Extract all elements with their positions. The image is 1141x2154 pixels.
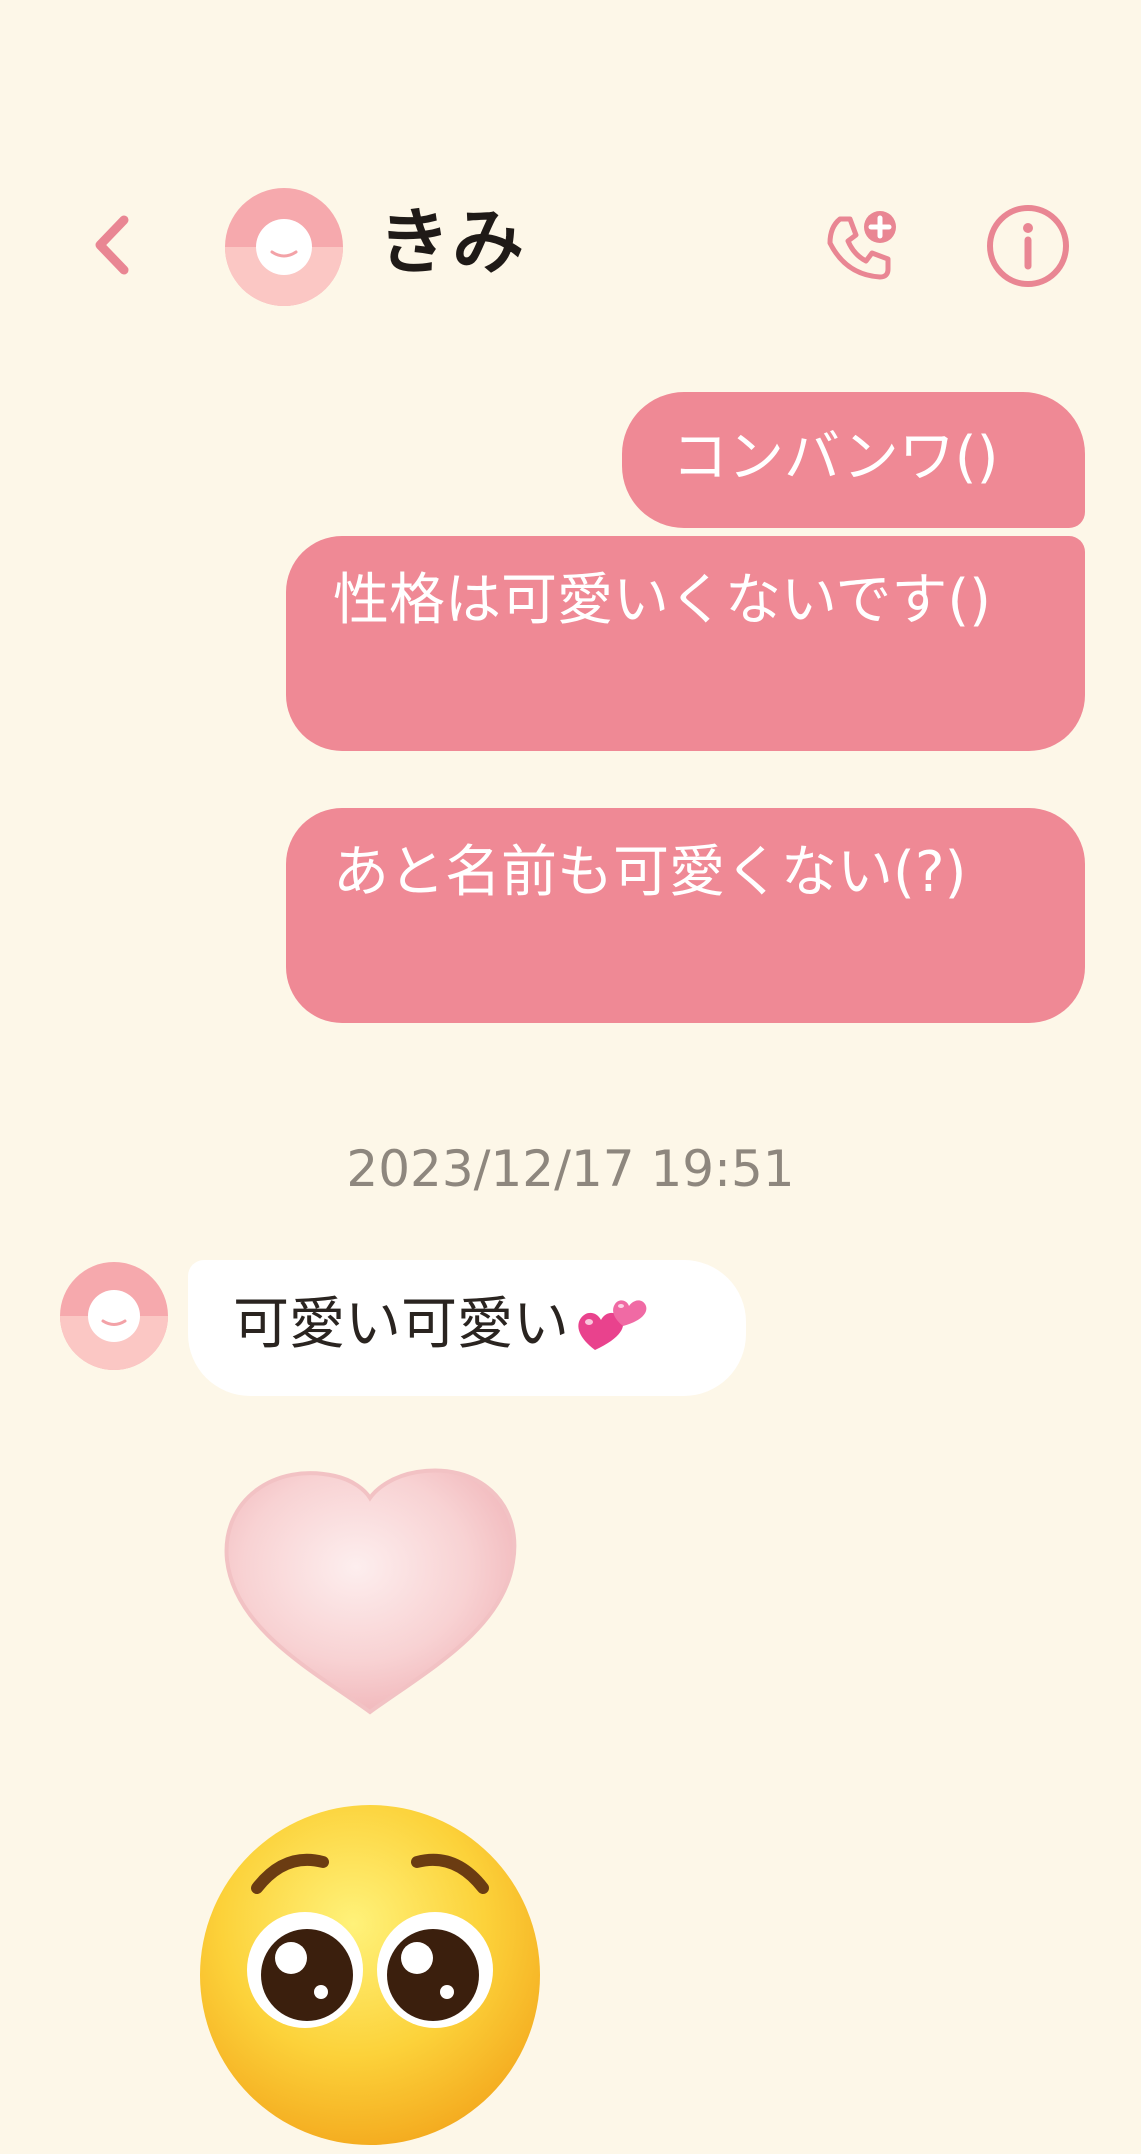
contact-avatar[interactable] (225, 188, 343, 306)
message-text: コンバンワ() (672, 425, 999, 490)
message-text: 性格は可愛いくないです() (333, 568, 992, 633)
pink-heart-sticker[interactable] (205, 1450, 535, 1730)
outgoing-message[interactable]: あと名前も可愛くない(?) (286, 808, 1085, 1023)
contact-name: きみ (378, 200, 527, 284)
outgoing-message[interactable]: 性格は可愛いくないです() (286, 536, 1085, 751)
phone-plus-icon (827, 211, 896, 280)
message-text: あと名前も可愛くない(?) (333, 840, 967, 905)
sender-avatar[interactable] (60, 1262, 168, 1370)
message-timestamp: 2023/12/17 19:51 (346, 1140, 795, 1198)
outgoing-message[interactable]: コンバンワ() (622, 392, 1085, 528)
add-call-button[interactable] (815, 202, 905, 292)
info-button[interactable] (982, 200, 1074, 292)
message-text: 可愛い可愛い (233, 1292, 569, 1357)
info-circle-icon (987, 205, 1069, 287)
chat-screen: きみ コンバンワ() 性格は可愛いくないです() あと名前も可愛くない(?) 2… (0, 0, 1141, 2145)
chevron-left-icon (95, 215, 129, 275)
incoming-message[interactable]: 可愛い可愛い (188, 1260, 746, 1396)
back-button[interactable] (78, 210, 148, 280)
pleading-face-emoji[interactable] (195, 1800, 545, 2150)
two-hearts-emoji-icon (573, 1290, 651, 1360)
chat-header: きみ (0, 150, 1141, 340)
